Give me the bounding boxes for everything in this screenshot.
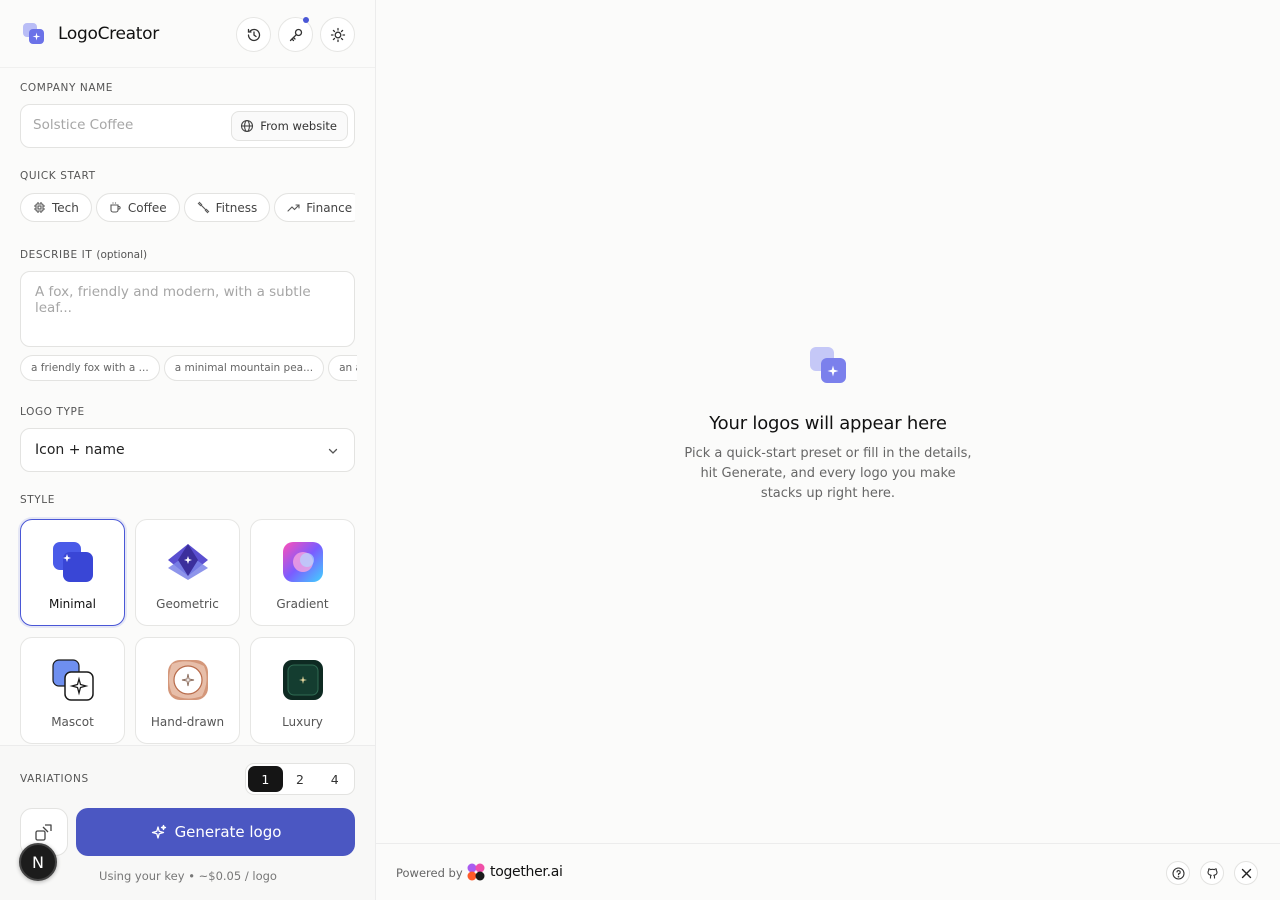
- empty-state-text: Pick a quick-start preset or fill in the…: [684, 446, 972, 501]
- app-name: LogoCreator: [58, 24, 159, 44]
- preset-label: Coffee: [127, 200, 167, 215]
- sparkles-icon: [151, 824, 166, 839]
- logo-type-value: Icon + name: [35, 442, 125, 458]
- preset-tech[interactable]: Tech: [20, 193, 92, 222]
- cost-note: Using your key • ~$0.05 / logo: [99, 869, 277, 883]
- sun-icon: [330, 27, 345, 42]
- style-name: Mascot: [51, 715, 94, 729]
- hand-drawn-style-icon: [168, 660, 208, 700]
- describe-label-text: DESCRIBE IT: [20, 249, 93, 261]
- style-mascot[interactable]: Mascot: [20, 637, 125, 744]
- trend-icon: [287, 204, 300, 212]
- logo-type-select[interactable]: Icon + name: [20, 428, 355, 472]
- gradient-style-icon: [283, 542, 323, 582]
- suggestion-chip[interactable]: a friendly fox with a ...: [20, 355, 160, 381]
- together-ai-label: together.ai: [490, 864, 563, 880]
- preset-fitness[interactable]: Fitness: [183, 193, 271, 222]
- style-name: Geometric: [156, 597, 219, 611]
- generate-logo-button[interactable]: Generate logo: [76, 808, 355, 856]
- history-icon: [247, 28, 260, 41]
- describe-textarea[interactable]: [35, 284, 340, 338]
- describe-field: [20, 271, 355, 347]
- suggestion-chip[interactable]: a minimal mountain pea...: [163, 355, 325, 381]
- brand-logo-icon: [23, 23, 44, 44]
- avatar[interactable]: N: [19, 843, 57, 881]
- globe-icon: [241, 119, 254, 133]
- preset-label: Tech: [52, 200, 79, 215]
- logo-type-label: LOGO TYPE: [20, 406, 85, 418]
- empty-state-logo-icon: [810, 347, 846, 383]
- history-button[interactable]: [236, 17, 271, 52]
- optional-label: (optional): [96, 249, 148, 261]
- describe-label: DESCRIBE IT (optional): [20, 249, 147, 261]
- style-name: Luxury: [282, 715, 323, 729]
- style-hand-drawn[interactable]: Hand-drawn: [135, 637, 240, 744]
- mascot-style-icon: [52, 659, 94, 701]
- preset-finance[interactable]: Finance: [274, 193, 355, 222]
- footer: Powered by together.ai: [376, 843, 1280, 900]
- api-key-button[interactable]: [278, 17, 313, 52]
- sidebar: LogoCreator COMPANY NAME From websit: [0, 0, 376, 900]
- style-label: STYLE: [20, 494, 55, 506]
- describe-suggestions: a friendly fox with a ... a minimal mount…: [20, 355, 357, 381]
- sidebar-header: LogoCreator: [0, 0, 375, 68]
- company-name-label: COMPANY NAME: [20, 82, 114, 94]
- key-icon: [289, 28, 302, 41]
- preset-label: Finance: [306, 200, 353, 215]
- preset-coffee[interactable]: Coffee: [95, 193, 180, 222]
- notification-dot: [303, 17, 309, 23]
- x-icon: [1241, 868, 1251, 878]
- variation-option-1[interactable]: 1: [248, 766, 283, 792]
- theme-toggle-button[interactable]: [320, 17, 355, 52]
- x-social-button[interactable]: [1234, 861, 1258, 885]
- variations-toggle: 1 2 4: [245, 763, 355, 795]
- empty-state-title: Your logos will appear here: [709, 413, 947, 434]
- from-website-button[interactable]: From website: [231, 111, 348, 141]
- help-button[interactable]: [1166, 861, 1190, 885]
- quick-start-label: QUICK START: [20, 170, 96, 182]
- cup-icon: [110, 202, 121, 213]
- suggestion-chip[interactable]: an abs: [328, 355, 357, 381]
- variation-option-4[interactable]: 4: [317, 766, 352, 792]
- chip-icon: [34, 202, 45, 213]
- generate-logo-label: Generate logo: [174, 823, 282, 841]
- style-luxury[interactable]: Luxury: [250, 637, 355, 744]
- together-ai-logo-icon: [467, 863, 485, 881]
- style-name: Gradient: [276, 597, 329, 611]
- help-icon: [1171, 866, 1185, 880]
- style-gradient[interactable]: Gradient: [250, 519, 355, 626]
- variations-label: VARIATIONS: [20, 773, 89, 785]
- luxury-style-icon: [283, 660, 323, 700]
- variation-option-2[interactable]: 2: [283, 766, 318, 792]
- company-name-input[interactable]: [33, 117, 233, 133]
- dumbbell-icon: [197, 201, 210, 214]
- style-geometric[interactable]: Geometric: [135, 519, 240, 626]
- style-name: Minimal: [48, 597, 96, 611]
- quick-start-presets: Tech Coffee Fitness Finance: [20, 193, 355, 223]
- powered-by-label: Powered by: [396, 866, 463, 880]
- github-button[interactable]: [1200, 861, 1224, 885]
- together-ai-link[interactable]: together.ai: [466, 862, 563, 882]
- style-name: Hand-drawn: [150, 715, 225, 729]
- github-icon: [1206, 867, 1218, 878]
- preset-label: Fitness: [215, 200, 258, 215]
- shapes-icon: [35, 824, 52, 841]
- company-name-field: From website: [20, 104, 355, 148]
- minimal-style-icon: [53, 542, 93, 582]
- geometric-style-icon: [168, 544, 208, 580]
- style-minimal[interactable]: Minimal: [20, 519, 125, 626]
- chevron-down-icon: [328, 448, 338, 454]
- from-website-label: From website: [260, 119, 337, 133]
